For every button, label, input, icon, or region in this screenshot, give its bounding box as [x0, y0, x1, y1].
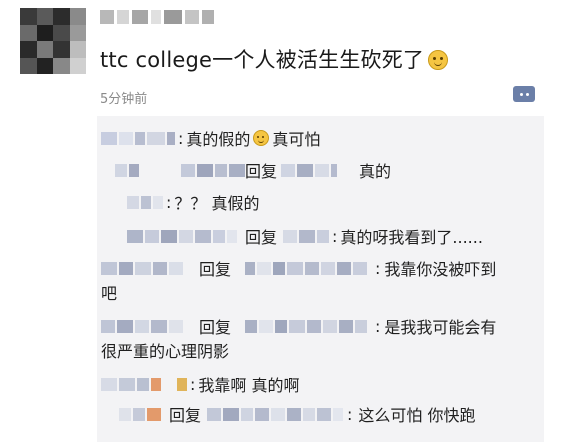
comment-item[interactable]: : ？？ 真假的 — [127, 190, 259, 214]
comment-text-suffix: 真可怕 — [272, 130, 321, 149]
reply-label: 回复 — [169, 406, 202, 425]
comment-icon[interactable] — [513, 86, 535, 102]
comment-item[interactable]: 回复 : 真的呀我看到了...... — [127, 224, 483, 248]
comments-section: : 真的假的 真可怕 回复 真的 : ？？ 真假的 回复: 真的呀我看到了..… — [97, 116, 544, 442]
comment-item[interactable]: 回复 真的 — [115, 158, 391, 182]
post-text: ttc college一个人被活生生砍死了 — [100, 44, 449, 74]
comment-text: ？？ 真假的 — [174, 194, 260, 213]
reply-label: 回复 — [245, 162, 278, 181]
commenter-name-blurred — [127, 195, 163, 209]
commenter-name-blurred — [101, 319, 183, 333]
smile-emoji-icon — [428, 50, 449, 70]
reply-target-blurred — [281, 163, 338, 177]
username-blurred[interactable] — [100, 6, 240, 28]
comment-item[interactable]: 回复 : 我靠你没被吓到 — [101, 256, 496, 280]
commenter-name-blurred — [127, 229, 237, 243]
comment-text: 真的 — [359, 162, 392, 181]
comment-text: 这么可怕 你快跑 — [358, 406, 476, 425]
smile-emoji-icon — [253, 130, 270, 146]
reply-label: 回复 — [245, 228, 278, 247]
reply-target-blurred — [245, 261, 368, 275]
comment-text: 是我我可能会有 — [384, 318, 497, 337]
comment-item[interactable]: : 真的假的 真可怕 — [101, 126, 320, 150]
comment-item[interactable]: : 我靠啊 真的啊 — [101, 372, 299, 396]
commenter-name-blurred — [119, 407, 161, 421]
reply-label: 回复 — [199, 260, 232, 279]
post-text-content: ttc college一个人被活生生砍死了 — [100, 48, 425, 72]
avatar[interactable] — [20, 8, 86, 74]
commenter-name-blurred — [101, 261, 183, 275]
comment-text: 我靠啊 真的啊 — [198, 376, 300, 395]
comment-text-line2: 吧 — [101, 284, 118, 303]
comment-text: 真的呀我看到了...... — [340, 228, 483, 247]
commenter-name-blurred — [101, 377, 187, 391]
comment-item[interactable]: 回复 : 这么可怕 你快跑 — [119, 402, 476, 426]
reply-target-blurred — [207, 407, 344, 421]
commenter-name-blurred — [115, 163, 139, 177]
commenter-name-blurred — [101, 131, 175, 145]
comment-item[interactable]: 回复 : 是我我可能会有 — [101, 314, 496, 338]
post-timestamp: 5分钟前 — [100, 92, 148, 107]
reply-target-blurred — [245, 319, 368, 333]
reply-label: 回复 — [199, 318, 232, 337]
comment-text-line2: 很严重的心理阴影 — [101, 342, 230, 361]
comment-text: 我靠你没被吓到 — [384, 260, 497, 279]
reply-target-blurred — [283, 229, 330, 243]
comment-text: 真的假的 — [186, 130, 251, 149]
commenter-name-blurred — [181, 163, 245, 177]
